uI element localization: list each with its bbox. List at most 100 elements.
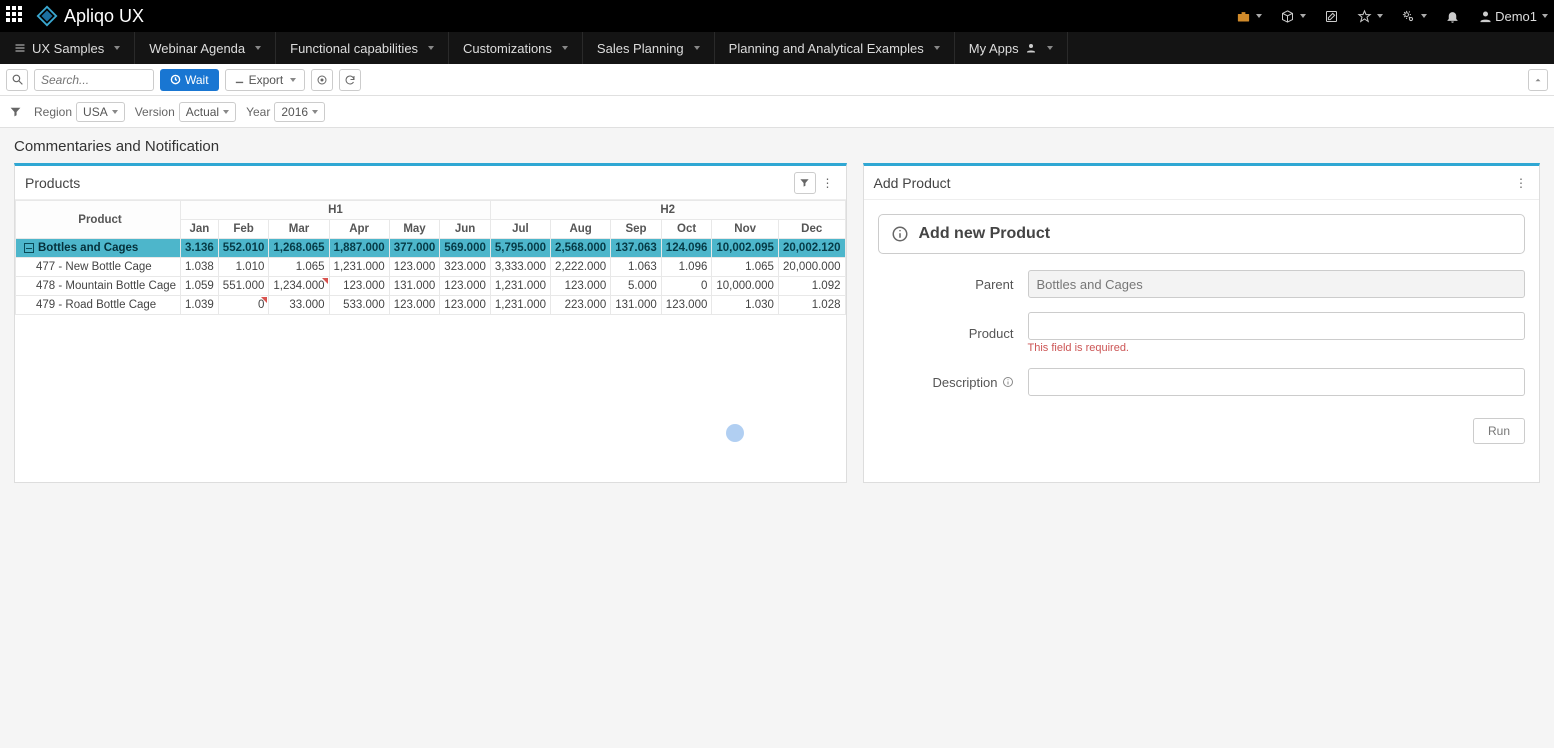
filter-year-value[interactable]: 2016: [274, 102, 325, 122]
data-cell[interactable]: 1,887.000: [329, 239, 389, 258]
data-cell[interactable]: 123.000: [440, 277, 491, 296]
month-header: Apr: [329, 220, 389, 239]
panel-menu-button[interactable]: ⋮: [820, 172, 836, 194]
panel-filter-button[interactable]: [794, 172, 816, 194]
apps-icon[interactable]: [6, 6, 26, 26]
data-cell[interactable]: 137.063: [611, 239, 662, 258]
data-cell[interactable]: 1.063: [611, 258, 662, 277]
data-cell[interactable]: 1.028: [778, 296, 845, 315]
data-cell[interactable]: 1,231.000: [329, 258, 389, 277]
data-cell[interactable]: 1,231.000: [490, 277, 550, 296]
data-cell[interactable]: 123.000: [661, 296, 712, 315]
data-cell[interactable]: 377.000: [389, 239, 440, 258]
data-cell[interactable]: 20,002.120: [778, 239, 845, 258]
filter-year: Year 2016: [246, 102, 325, 122]
description-label: Description: [878, 375, 1028, 390]
filter-label: Year: [246, 105, 270, 119]
nav-planning-analytical[interactable]: Planning and Analytical Examples: [715, 32, 955, 64]
data-cell[interactable]: 33.000: [269, 296, 329, 315]
bell-icon[interactable]: [1445, 9, 1460, 24]
data-cell[interactable]: 223.000: [551, 296, 611, 315]
data-cell[interactable]: 0: [661, 277, 712, 296]
nav-label: Webinar Agenda: [149, 41, 245, 56]
data-cell[interactable]: 3.136: [181, 239, 219, 258]
nav-label: Functional capabilities: [290, 41, 418, 56]
collapse-icon[interactable]: [24, 243, 34, 253]
filter-icon: [799, 177, 810, 188]
data-cell[interactable]: 123.000: [389, 258, 440, 277]
search-input[interactable]: [34, 69, 154, 91]
data-cell[interactable]: 1.059: [181, 277, 219, 296]
data-cell[interactable]: 1.030: [712, 296, 779, 315]
nav-my-apps[interactable]: My Apps: [955, 32, 1068, 64]
wait-button[interactable]: Wait: [160, 69, 219, 91]
data-cell[interactable]: 3,333.000: [490, 258, 550, 277]
user-menu[interactable]: Demo1: [1478, 9, 1548, 24]
data-cell[interactable]: 1.038: [181, 258, 219, 277]
data-cell[interactable]: 1.065: [269, 258, 329, 277]
data-cell[interactable]: 533.000: [329, 296, 389, 315]
product-name-cell[interactable]: 479 - Road Bottle Cage: [16, 296, 181, 315]
data-cell[interactable]: 10,002.095: [712, 239, 779, 258]
star-icon[interactable]: [1357, 9, 1383, 24]
gears-icon[interactable]: [1401, 9, 1427, 24]
description-input[interactable]: [1028, 368, 1526, 396]
products-panel-title: Products: [25, 175, 790, 191]
product-name-cell[interactable]: 478 - Mountain Bottle Cage: [16, 277, 181, 296]
cube-icon[interactable]: [1280, 9, 1306, 24]
product-name-cell[interactable]: 477 - New Bottle Cage: [16, 258, 181, 277]
data-cell[interactable]: 124.096: [661, 239, 712, 258]
data-cell[interactable]: 569.000: [440, 239, 491, 258]
export-button[interactable]: Export: [225, 69, 306, 91]
parent-input[interactable]: [1028, 270, 1526, 298]
run-button[interactable]: Run: [1473, 418, 1525, 444]
data-cell[interactable]: 2,222.000: [551, 258, 611, 277]
data-cell[interactable]: 1.065: [712, 258, 779, 277]
product-input[interactable]: [1028, 312, 1526, 340]
data-cell[interactable]: 1.096: [661, 258, 712, 277]
search-button[interactable]: [6, 69, 28, 91]
data-cell[interactable]: 131.000: [611, 296, 662, 315]
data-cell[interactable]: 551.000: [218, 277, 269, 296]
data-cell[interactable]: 131.000: [389, 277, 440, 296]
nav-sales-planning[interactable]: Sales Planning: [583, 32, 715, 64]
table-row: Bottles and Cages3.136552.0101,268.0651,…: [16, 239, 846, 258]
data-cell[interactable]: 123.000: [389, 296, 440, 315]
product-name-cell[interactable]: Bottles and Cages: [16, 239, 181, 258]
filter-region: Region USA: [34, 102, 125, 122]
data-cell[interactable]: 20,000.000: [778, 258, 845, 277]
nav-webinar-agenda[interactable]: Webinar Agenda: [135, 32, 276, 64]
description-label-text: Description: [932, 375, 997, 390]
edit-icon[interactable]: [1324, 9, 1339, 24]
data-cell[interactable]: 2,568.000: [551, 239, 611, 258]
data-cell[interactable]: 1,268.065: [269, 239, 329, 258]
data-cell[interactable]: 123.000: [329, 277, 389, 296]
filter-version-value[interactable]: Actual: [179, 102, 236, 122]
data-cell[interactable]: 5,795.000: [490, 239, 550, 258]
info-icon: [1002, 376, 1014, 388]
data-cell[interactable]: 552.010: [218, 239, 269, 258]
month-header: Nov: [712, 220, 779, 239]
toolbox-icon[interactable]: [1236, 9, 1262, 24]
data-cell[interactable]: 1.010: [218, 258, 269, 277]
panel-menu-button[interactable]: ⋮: [1513, 172, 1529, 194]
data-cell[interactable]: 10,000.000: [712, 277, 779, 296]
nav-customizations[interactable]: Customizations: [449, 32, 583, 64]
data-cell[interactable]: 1,234.000: [269, 277, 329, 296]
data-cell[interactable]: 1.092: [778, 277, 845, 296]
data-cell[interactable]: 123.000: [551, 277, 611, 296]
product-header: Product: [16, 201, 181, 239]
data-cell[interactable]: 323.000: [440, 258, 491, 277]
data-cell[interactable]: 1.039: [181, 296, 219, 315]
target-button[interactable]: [311, 69, 333, 91]
filter-region-value[interactable]: USA: [76, 102, 125, 122]
collapse-toggle[interactable]: [1528, 69, 1548, 91]
nav-ux-samples[interactable]: UX Samples: [0, 32, 135, 64]
nav-functional-capabilities[interactable]: Functional capabilities: [276, 32, 449, 64]
data-cell[interactable]: 123.000: [440, 296, 491, 315]
data-cell[interactable]: 1,231.000: [490, 296, 550, 315]
refresh-button[interactable]: [339, 69, 361, 91]
data-cell[interactable]: 5.000: [611, 277, 662, 296]
data-cell[interactable]: 0: [218, 296, 269, 315]
filter-icon[interactable]: [6, 103, 24, 121]
